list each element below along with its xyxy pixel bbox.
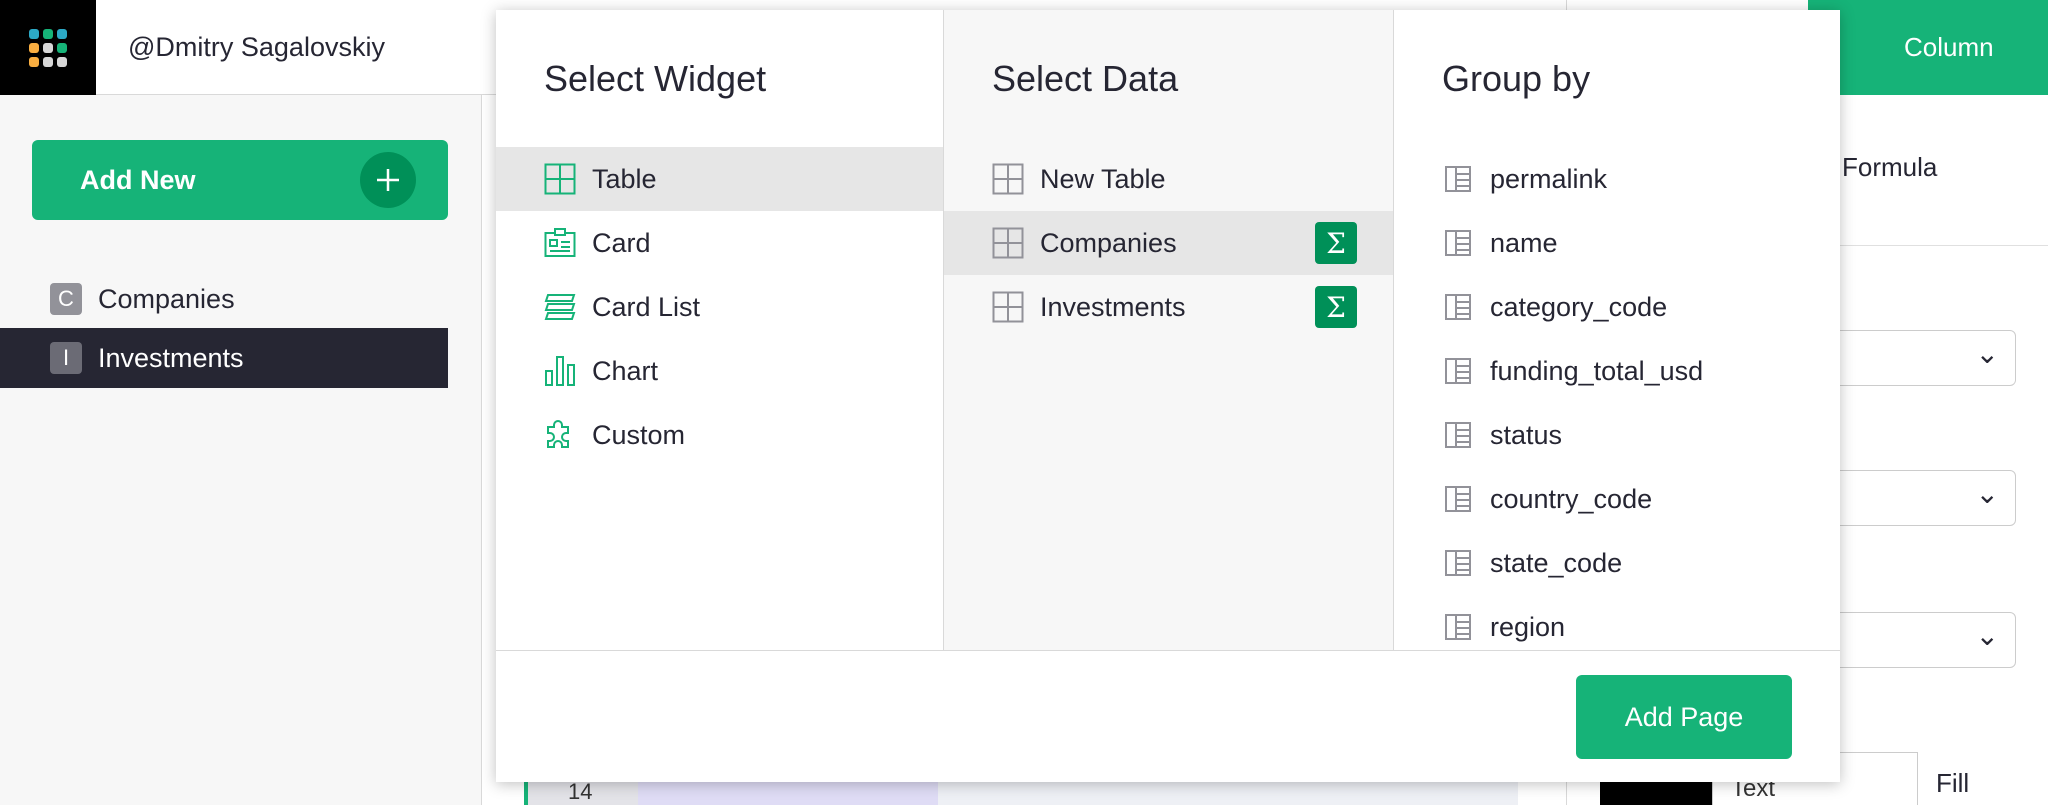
custom-widget-icon — [544, 419, 576, 451]
group-by-column: Group by permalink name category_codefundi… — [1394, 10, 1840, 650]
fill-label: Fill — [1936, 768, 1970, 798]
group-by-option[interactable]: state_code — [1394, 531, 1840, 595]
group-by-option[interactable]: funding_total_usd — [1394, 339, 1840, 403]
column-icon — [1442, 355, 1474, 387]
column-icon — [1442, 227, 1474, 259]
group-by-option-label: category_code — [1490, 291, 1668, 322]
select-data-title: Select Data — [992, 58, 1179, 99]
card-widget-icon — [544, 227, 576, 259]
group-by-option-label: country_code — [1490, 483, 1653, 514]
data-option-investments[interactable]: Investments Σ — [944, 275, 1393, 339]
group-by-title: Group by — [1442, 58, 1591, 99]
group-by-option[interactable]: country_code — [1394, 467, 1840, 531]
sidebar-item-companies[interactable]: C Companies — [0, 269, 448, 329]
page-initial-badge: I — [50, 342, 82, 374]
widget-option-card-list[interactable]: Card List — [496, 275, 943, 339]
group-by-option-label: name — [1490, 227, 1558, 258]
formula-label: Formula — [1842, 152, 1938, 182]
right-panel-select-2[interactable] — [1834, 470, 2016, 526]
widget-option-label: Table — [592, 163, 657, 194]
right-panel-select-1[interactable] — [1834, 330, 2016, 386]
column-icon — [1442, 163, 1474, 195]
sidebar-item-investments[interactable]: I Investments — [0, 328, 448, 388]
column-icon — [1442, 291, 1474, 323]
column-icon — [1442, 483, 1474, 515]
column-icon — [1442, 547, 1474, 579]
widget-option-chart[interactable]: Chart — [496, 339, 943, 403]
group-by-option-label: permalink — [1490, 163, 1608, 194]
table-icon — [992, 163, 1024, 195]
table-icon — [992, 291, 1024, 323]
data-option-new-table[interactable]: New Table — [944, 147, 1393, 211]
plus-icon — [360, 152, 416, 208]
card-list-widget-icon — [544, 291, 576, 323]
summary-table-button[interactable]: Σ — [1315, 286, 1357, 328]
select-widget-column: Select Widget Table Card Card List Chart… — [496, 10, 944, 650]
widget-option-label: Card List — [592, 291, 701, 322]
group-by-option[interactable]: permalink — [1394, 147, 1840, 211]
group-by-option[interactable]: name — [1394, 211, 1840, 275]
data-option-label: New Table — [1040, 163, 1166, 194]
group-by-option[interactable]: region — [1394, 595, 1840, 650]
widget-option-table[interactable]: Table — [496, 147, 943, 211]
group-by-option-label: region — [1490, 611, 1566, 642]
add-new-button[interactable]: Add New — [32, 140, 448, 220]
group-by-option[interactable]: category_code — [1394, 275, 1840, 339]
widget-option-label: Custom — [592, 419, 686, 450]
group-by-option-label: status — [1490, 419, 1563, 450]
add-page-modal: Select Widget Table Card Card List Chart… — [496, 10, 1840, 782]
widget-option-label: Card — [592, 227, 651, 258]
chart-widget-icon — [544, 355, 576, 387]
page-initial-badge: C — [50, 283, 82, 315]
group-by-option-label: state_code — [1490, 547, 1623, 578]
sidebar-item-label: Companies — [98, 283, 235, 314]
group-by-option-label: funding_total_usd — [1490, 355, 1704, 386]
widget-option-card[interactable]: Card — [496, 211, 943, 275]
column-icon — [1442, 419, 1474, 451]
sidebar-item-label: Investments — [98, 342, 244, 373]
select-widget-title: Select Widget — [544, 58, 767, 99]
modal-footer: Add Page — [496, 650, 1840, 782]
table-widget-icon — [544, 163, 576, 195]
add-new-label: Add New — [80, 164, 196, 195]
data-option-label: Investments — [1040, 291, 1186, 322]
user-name[interactable]: @Dmitry Sagalovskiy — [128, 32, 385, 63]
grist-logo-icon — [29, 28, 67, 67]
right-panel-select-3[interactable] — [1834, 612, 2016, 668]
widget-option-label: Chart — [592, 355, 659, 386]
data-option-label: Companies — [1040, 227, 1177, 258]
column-tab-label: Column — [1904, 32, 1994, 62]
widget-option-custom[interactable]: Custom — [496, 403, 943, 467]
add-page-button[interactable]: Add Page — [1576, 675, 1792, 759]
group-by-option[interactable]: status — [1394, 403, 1840, 467]
summary-table-button[interactable]: Σ — [1315, 222, 1357, 264]
column-icon — [1442, 611, 1474, 643]
table-icon — [992, 227, 1024, 259]
app-logo[interactable] — [0, 0, 96, 95]
select-data-column: Select Data New Table Companies Σ Invest… — [944, 10, 1394, 650]
data-option-companies[interactable]: Companies Σ — [944, 211, 1393, 275]
column-tab[interactable]: Column — [1808, 0, 2048, 95]
